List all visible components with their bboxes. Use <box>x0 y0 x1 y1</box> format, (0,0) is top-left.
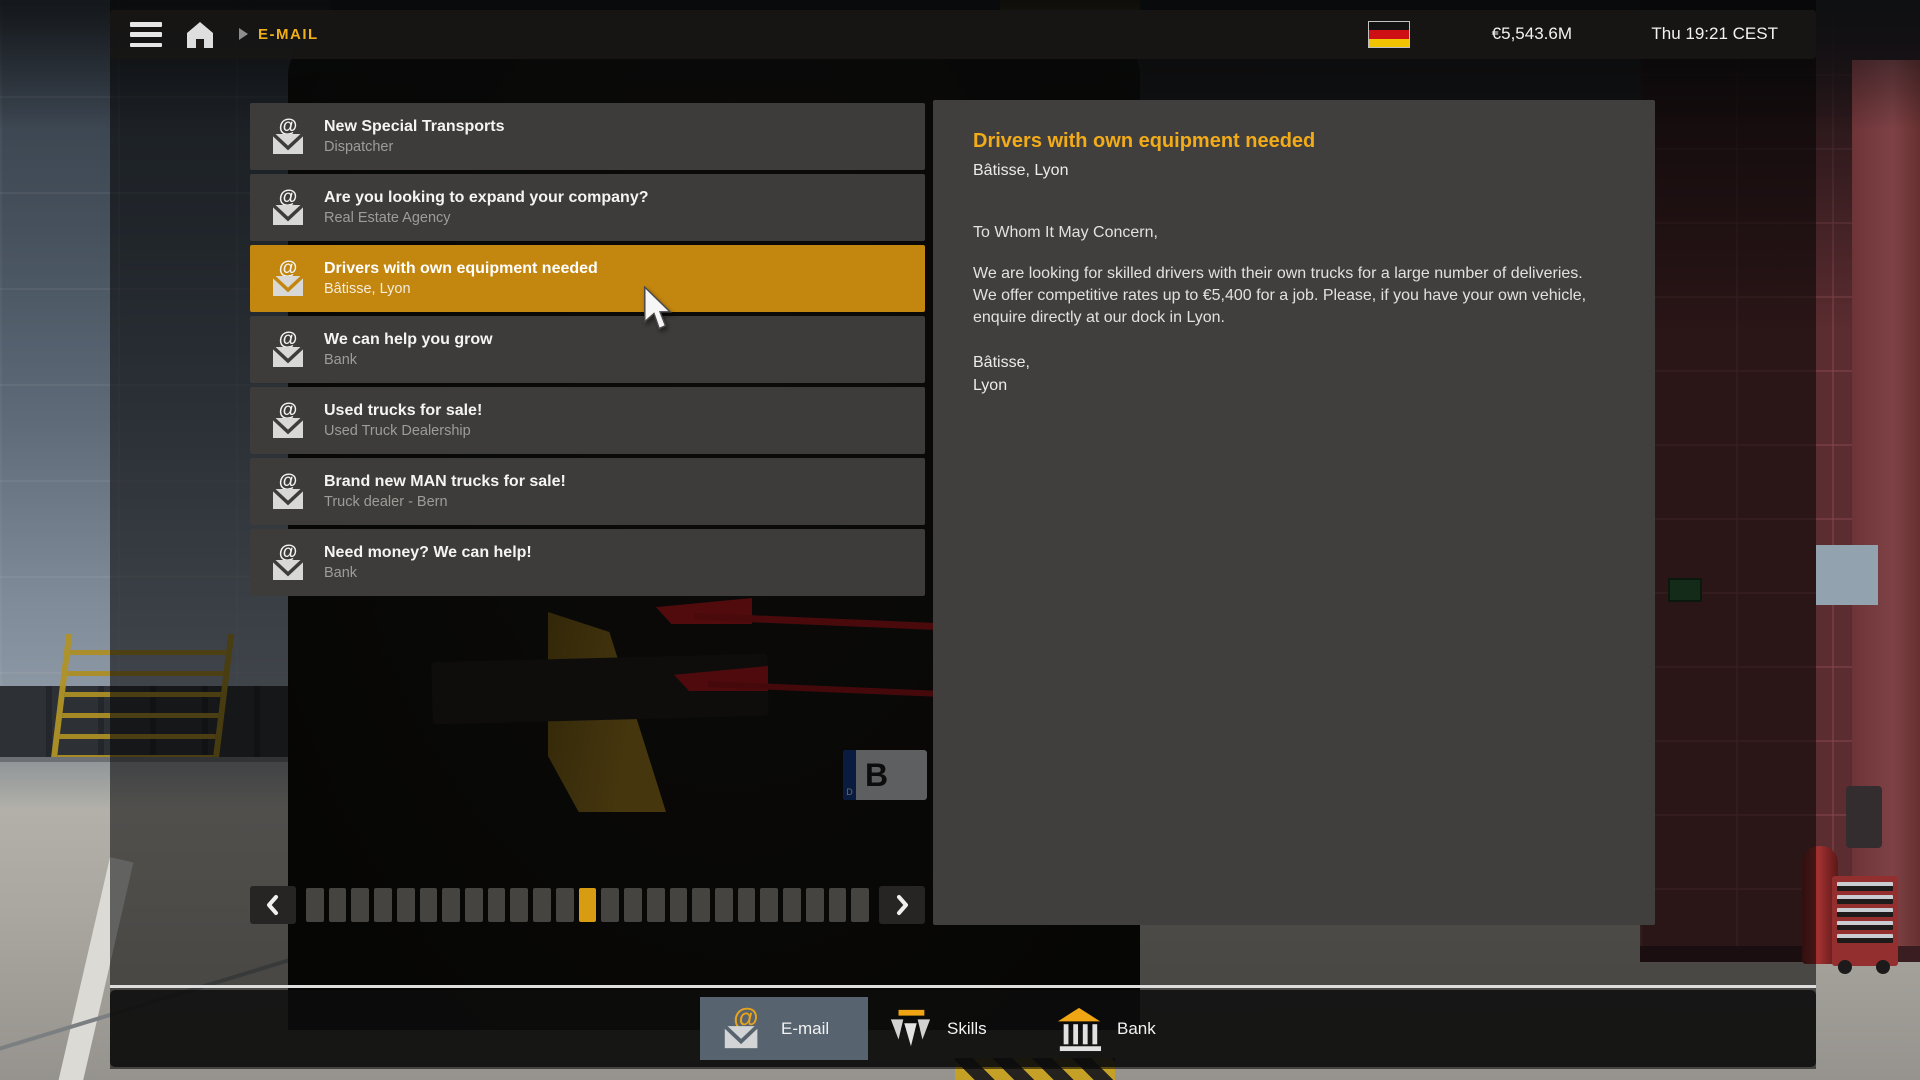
email-sender: Bank <box>324 565 532 581</box>
email-signature: Bâtisse, Lyon <box>973 351 1615 397</box>
email-salutation: To Whom It May Concern, <box>973 224 1615 242</box>
page-square[interactable] <box>306 888 324 922</box>
email-title: Need money? We can help! <box>324 544 532 562</box>
page-square[interactable] <box>647 888 665 922</box>
breadcrumb: E-MAIL <box>258 26 319 43</box>
top-bar: E-MAIL €5,543.6M Thu 19:21 CEST <box>110 10 1816 59</box>
breadcrumb-caret-icon <box>239 28 248 40</box>
email-envelope-icon: @ <box>268 543 308 583</box>
right-window <box>1816 545 1878 605</box>
email-list-item[interactable]: @ Are you looking to expand your company… <box>250 174 925 241</box>
page-square[interactable] <box>329 888 347 922</box>
email-title: Brand new MAN trucks for sale! <box>324 473 566 491</box>
tab-skills[interactable]: Skills <box>868 997 1036 1060</box>
cart-wheel <box>1838 960 1852 974</box>
email-envelope-icon: @ <box>268 117 308 157</box>
page-square[interactable] <box>806 888 824 922</box>
chevron-left-icon <box>263 893 283 917</box>
page-square[interactable] <box>420 888 438 922</box>
email-envelope-icon: @ <box>268 259 308 299</box>
email-list-item-selected[interactable]: @ Drivers with own equipment needed Bâti… <box>250 245 925 312</box>
email-envelope-icon: @ <box>268 188 308 228</box>
page-square[interactable] <box>556 888 574 922</box>
page-next-button[interactable] <box>879 886 925 924</box>
email-list: @ New Special Transports Dispatcher @ Ar… <box>250 103 925 600</box>
page-square[interactable] <box>692 888 710 922</box>
email-list-item[interactable]: @ Need money? We can help! Bank <box>250 529 925 596</box>
skills-icon <box>888 1007 932 1051</box>
page-square[interactable] <box>851 888 869 922</box>
tab-skills-label: Skills <box>947 1019 987 1039</box>
page-square[interactable] <box>533 888 551 922</box>
signature-city: Lyon <box>973 374 1615 397</box>
page-square-active[interactable] <box>579 888 597 922</box>
email-title: Used trucks for sale! <box>324 402 482 420</box>
bank-icon <box>1056 1006 1102 1052</box>
page-square[interactable] <box>670 888 688 922</box>
page-square[interactable] <box>397 888 415 922</box>
page-square[interactable] <box>465 888 483 922</box>
pump-unit <box>1846 786 1882 848</box>
tab-bank[interactable]: Bank <box>1036 997 1204 1060</box>
tab-email-label: E-mail <box>781 1019 829 1039</box>
email-list-item[interactable]: @ Used trucks for sale! Used Truck Deale… <box>250 387 925 454</box>
email-envelope-icon: @ <box>268 472 308 512</box>
page-square[interactable] <box>442 888 460 922</box>
money-balance: €5,543.6M <box>1492 24 1572 44</box>
page-square[interactable] <box>351 888 369 922</box>
email-sender: Truck dealer - Bern <box>324 494 566 510</box>
page-prev-button[interactable] <box>250 886 296 924</box>
mouse-cursor <box>642 286 674 332</box>
germany-flag-icon <box>1368 21 1410 48</box>
email-subject: Drivers with own equipment needed <box>973 130 1615 153</box>
page-square[interactable] <box>510 888 528 922</box>
email-reading-pane: Drivers with own equipment needed Bâtiss… <box>933 100 1655 925</box>
tab-email[interactable]: @ E-mail <box>700 997 868 1060</box>
email-sender: Real Estate Agency <box>324 210 648 226</box>
email-from: Bâtisse, Lyon <box>973 162 1615 180</box>
signature-name: Bâtisse, <box>973 351 1615 374</box>
page-square[interactable] <box>374 888 392 922</box>
page-square[interactable] <box>715 888 733 922</box>
email-title: Are you looking to expand your company? <box>324 189 648 207</box>
menu-icon[interactable] <box>130 22 162 47</box>
email-icon: @ <box>720 1006 766 1052</box>
email-title: Drivers with own equipment needed <box>324 260 598 278</box>
email-list-item[interactable]: @ New Special Transports Dispatcher <box>250 103 925 170</box>
page-square[interactable] <box>488 888 506 922</box>
email-envelope-icon: @ <box>268 401 308 441</box>
chevron-right-icon <box>892 893 912 917</box>
page-square[interactable] <box>601 888 619 922</box>
email-list-item[interactable]: @ We can help you grow Bank <box>250 316 925 383</box>
page-square[interactable] <box>829 888 847 922</box>
page-square[interactable] <box>760 888 778 922</box>
email-body: We are looking for skilled drivers with … <box>973 263 1603 329</box>
email-title: We can help you grow <box>324 331 493 349</box>
email-envelope-icon: @ <box>268 330 308 370</box>
tool-cart <box>1832 876 1898 966</box>
page-square[interactable] <box>783 888 801 922</box>
email-sender: Dispatcher <box>324 139 505 155</box>
ets2-email-screen: D B E-MAIL €5,543 <box>0 0 1920 1080</box>
page-squares <box>306 888 869 922</box>
email-list-item[interactable]: @ Brand new MAN trucks for sale! Truck d… <box>250 458 925 525</box>
email-sender: Bank <box>324 352 493 368</box>
email-sender: Bâtisse, Lyon <box>324 281 598 297</box>
page-square[interactable] <box>624 888 642 922</box>
game-clock: Thu 19:21 CEST <box>1651 24 1778 44</box>
page-square[interactable] <box>738 888 756 922</box>
bottom-tab-bar: @ E-mail Skills B <box>110 990 1816 1067</box>
cart-wheel <box>1876 960 1890 974</box>
tab-bank-label: Bank <box>1117 1019 1156 1039</box>
home-icon[interactable] <box>184 19 216 51</box>
bottom-separator-line <box>110 985 1816 988</box>
email-sender: Used Truck Dealership <box>324 423 482 439</box>
email-title: New Special Transports <box>324 118 505 136</box>
email-pagination <box>250 886 925 924</box>
